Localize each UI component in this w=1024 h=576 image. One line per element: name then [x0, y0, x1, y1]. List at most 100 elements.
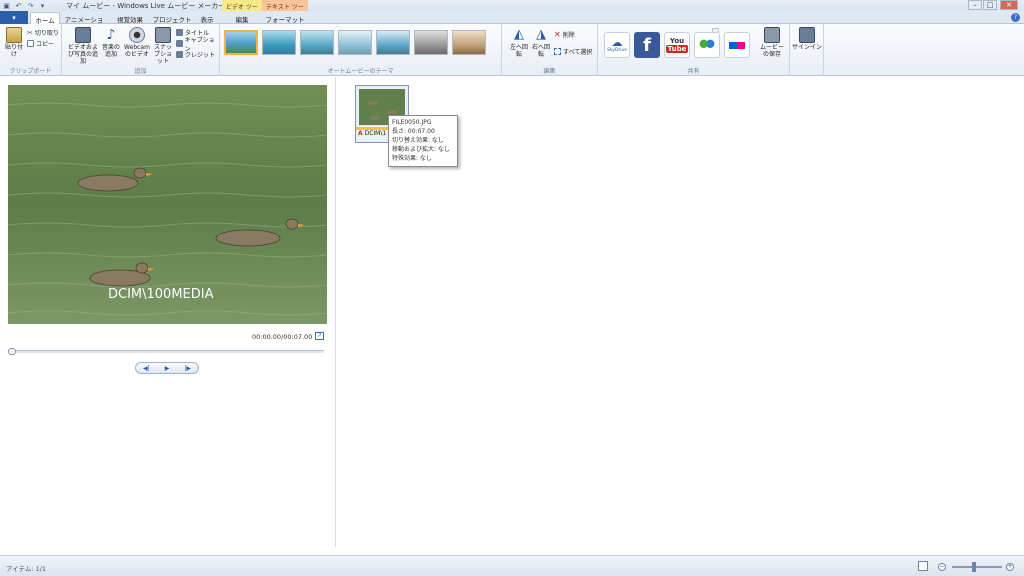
minimize-button[interactable]: –	[968, 0, 982, 10]
add-music-button[interactable]: ♪ 音楽の追加	[100, 27, 122, 58]
qat-more-icon[interactable]: ▾	[38, 1, 47, 10]
maximize-button[interactable]: □	[983, 0, 997, 10]
theme-thumbnail[interactable]	[224, 30, 258, 55]
add-video-photo-label: ビデオおよび写真の追加	[67, 44, 98, 65]
delete-icon: ✕	[554, 30, 561, 39]
file-menu-button[interactable]: ▾	[0, 11, 28, 24]
cloud-icon: ☁	[611, 36, 623, 49]
snapshot-button[interactable]: スナップショット	[152, 27, 174, 65]
zoom-in-button[interactable]: +	[1006, 563, 1014, 571]
group-signin: サインイン	[790, 24, 824, 76]
tab-view[interactable]: 表示	[194, 12, 220, 24]
rotate-left-button[interactable]: ◭ 左へ回転	[508, 27, 530, 58]
tab-project[interactable]: プロジェクト	[152, 12, 192, 24]
paste-icon	[6, 27, 22, 43]
play-button[interactable]: ▶	[157, 363, 178, 373]
theme-thumbnail[interactable]	[414, 30, 448, 55]
item-count: アイテム: 1/1	[6, 565, 47, 573]
thumbnail-size-icon[interactable]	[918, 561, 928, 571]
messenger-button[interactable]	[694, 32, 720, 58]
credits-button[interactable]: クレジット	[176, 50, 215, 59]
webcam-icon	[129, 27, 145, 43]
add-music-label: 音楽の追加	[101, 44, 120, 58]
zoom-out-button[interactable]: −	[938, 563, 946, 571]
help-icon[interactable]: ?	[1011, 13, 1020, 22]
group-edit: ◭ 左へ回転 ◮ 右へ回転 ✕ 削除 すべて選択 編集	[502, 24, 598, 76]
redo-icon[interactable]: ↷	[26, 1, 35, 10]
theme-thumbnail[interactable]	[300, 30, 334, 55]
film-icon	[75, 27, 91, 43]
clip-tooltip: FILE0050.JPG 長さ: 00:07.00 切り替え効果: なし 移動お…	[388, 115, 458, 167]
caption-icon	[176, 40, 183, 47]
flickr-button[interactable]	[724, 32, 750, 58]
group-label-add: 追加	[134, 68, 147, 75]
zoom-track[interactable]	[952, 566, 1002, 568]
tab-visual-effects[interactable]: 視覚効果	[110, 12, 150, 24]
theme-thumbnail[interactable]	[376, 30, 410, 55]
save-icon[interactable]: ▣	[2, 1, 11, 10]
facebook-button[interactable]: f	[634, 32, 660, 58]
next-frame-button[interactable]: |▶	[177, 363, 198, 373]
group-automovie-themes: ▲▼▾ オートムービーのテーマ	[220, 24, 719, 76]
seek-thumb[interactable]	[8, 348, 16, 355]
seek-bar[interactable]	[8, 348, 324, 355]
theme-thumbnail[interactable]	[262, 30, 296, 55]
zoom-thumb[interactable]	[972, 562, 976, 572]
window-title: マイ ムービー - Windows Live ムービー メーカー	[66, 2, 226, 10]
group-add: ビデオおよび写真の追加 ♪ 音楽の追加 Webcam のビデオ スナップショット…	[62, 24, 220, 76]
clip-caption-text: DCIM\1	[364, 130, 387, 137]
tab-animation[interactable]: アニメーション	[62, 12, 106, 34]
fullscreen-icon[interactable]: ↗	[315, 332, 324, 340]
rotate-right-button[interactable]: ◮ 右へ回転	[530, 27, 552, 58]
previous-frame-button[interactable]: ◀|	[136, 363, 157, 373]
webcam-video-button[interactable]: Webcam のビデオ	[124, 27, 150, 58]
group-label-edit: 編集	[543, 68, 556, 75]
delete-button[interactable]: ✕ 削除	[554, 30, 575, 39]
tooltip-filename: FILE0050.JPG	[392, 119, 432, 126]
storyboard[interactable]: A DCIM\1 FILE0050.JPG 長さ: 00:07.00 切り替え効…	[337, 77, 1024, 547]
cut-label: 切り取り	[34, 30, 59, 37]
facebook-icon: f	[643, 34, 651, 56]
youtube-icon-bottom: Tube	[665, 45, 689, 53]
skydrive-label: SkyDrive	[607, 48, 627, 53]
group-label-share: 共有	[687, 68, 700, 75]
signin-label: サインイン	[792, 44, 823, 51]
group-label-clipboard: クリップボード	[9, 68, 52, 75]
title-bar: ▣ ↶ ↷ ▾ マイ ムービー - Windows Live ムービー メーカー…	[0, 0, 1024, 20]
rotate-left-label: 左へ回転	[509, 44, 528, 58]
playback-controls: ◀| ▶ |▶	[135, 362, 199, 374]
skydrive-button[interactable]: ☁ SkyDrive	[604, 32, 630, 58]
credits-label: クレジット	[185, 52, 216, 59]
theme-thumbnail[interactable]	[338, 30, 372, 55]
cut-button[interactable]: ✂ 切り取り	[27, 28, 59, 38]
youtube-button[interactable]: You Tube	[664, 32, 690, 58]
title-icon	[176, 29, 183, 36]
tooltip-transition: 切り替え効果: なし	[392, 137, 444, 144]
signin-button[interactable]: サインイン	[792, 27, 822, 51]
caption-button[interactable]: キャプション	[176, 37, 219, 53]
select-all-button[interactable]: すべて選択	[554, 47, 592, 56]
tab-format[interactable]: フォーマット	[264, 12, 306, 24]
undo-icon[interactable]: ↶	[14, 1, 23, 10]
messenger-icon	[699, 39, 715, 51]
tab-edit[interactable]: 編集	[222, 12, 262, 24]
tab-home[interactable]: ホーム	[30, 12, 60, 25]
video-preview[interactable]: DCIM\100MEDIA	[8, 85, 327, 324]
tooltip-effects: 特殊効果: なし	[392, 155, 432, 162]
add-video-photo-button[interactable]: ビデオおよび写真の追加	[66, 27, 100, 65]
webcam-video-label: Webcam のビデオ	[124, 44, 150, 58]
group-share: ☁ SkyDrive f You Tube ムービーの保存 共有	[598, 24, 790, 76]
theme-thumbnail[interactable]	[452, 30, 486, 55]
zoom-slider[interactable]: − +	[938, 562, 1018, 572]
save-movie-icon	[764, 27, 780, 43]
close-button[interactable]: ✕	[1000, 0, 1018, 10]
timecode: 00:00.00/00:07.00	[252, 333, 313, 341]
caption-marker-icon: A	[358, 130, 363, 137]
copy-button[interactable]: コピー	[27, 39, 54, 48]
save-movie-button[interactable]: ムービーの保存	[758, 27, 786, 58]
preview-pane: DCIM\100MEDIA 00:00.00/00:07.00 ↗ ◀| ▶ |…	[0, 77, 336, 547]
paste-button[interactable]: 貼り付け	[4, 27, 24, 58]
copy-label: コピー	[36, 41, 55, 48]
copy-icon	[27, 40, 34, 47]
group-label-themes: オートムービーのテーマ	[327, 68, 394, 75]
